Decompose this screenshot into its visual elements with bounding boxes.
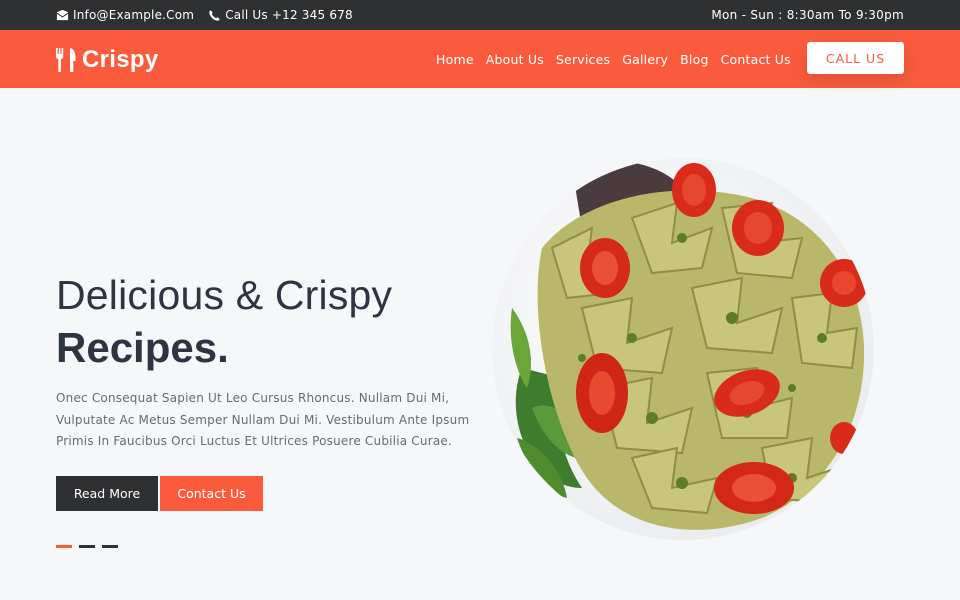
contact-us-button[interactable]: Contact Us [160, 476, 263, 511]
nav-contact-us[interactable]: Contact Us [721, 52, 791, 67]
hero-subtitle: Recipes. [56, 324, 229, 371]
nav-services[interactable]: Services [556, 52, 610, 67]
phone-icon [209, 9, 220, 21]
email-contact[interactable]: Info@Example.Com [56, 8, 194, 22]
nav-blog[interactable]: Blog [680, 52, 708, 67]
opening-hours: Mon - Sun : 8:30am To 9:30pm [711, 8, 904, 22]
nav-gallery[interactable]: Gallery [622, 52, 668, 67]
read-more-button[interactable]: Read More [56, 476, 158, 511]
phone-contact[interactable]: Call Us +12 345 678 [208, 8, 353, 22]
brand-name: Crispy [82, 46, 159, 73]
fork-knife-icon [56, 48, 76, 72]
hero-title: Delicious & Crispy [56, 272, 393, 318]
brand-logo[interactable]: Crispy [55, 45, 159, 75]
email-text: Info@Example.Com [73, 8, 195, 22]
main-nav: Home About Us Services Gallery Blog Contact U… [430, 30, 797, 88]
call-us-button[interactable]: CALL US [807, 42, 904, 74]
main-navbar: Crispy Home About Us Services Gallery Blog Co… [0, 30, 960, 88]
slider-dot[interactable] [56, 545, 72, 548]
nav-home[interactable]: Home [436, 52, 474, 67]
hero-description: Onec Consequat Sapien Ut Leo Cursus Rhon… [56, 391, 470, 448]
phone-text: Call Us +12 345 678 [225, 8, 353, 22]
top-bar: Info@Example.Com Call Us +12 345 678 Mon… [0, 0, 960, 30]
nav-about-us[interactable]: About Us [486, 52, 544, 67]
slider-dot[interactable] [102, 545, 118, 548]
envelope-icon [56, 9, 69, 20]
pasta-dish-image [492, 158, 874, 540]
slider-dot[interactable] [79, 545, 95, 548]
top-bar-contact: Info@Example.Com Call Us +12 345 678 [56, 0, 367, 30]
slider-dots [56, 545, 125, 548]
